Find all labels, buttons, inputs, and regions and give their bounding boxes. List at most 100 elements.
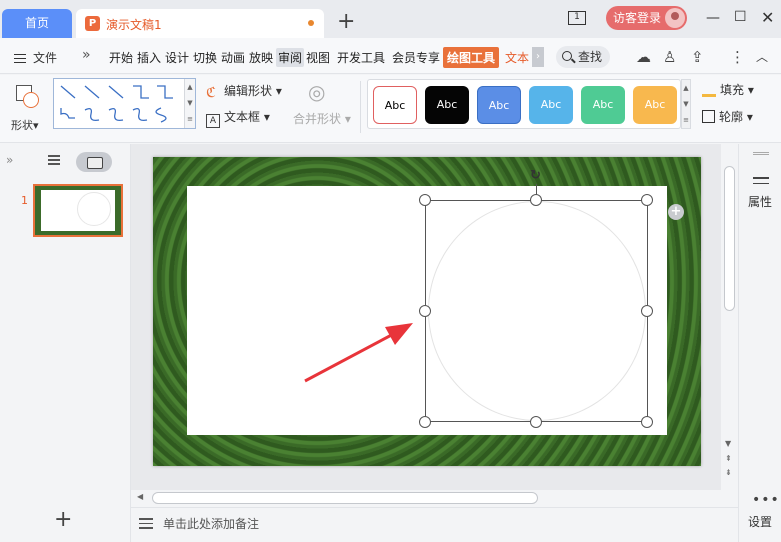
- style-sample-3[interactable]: Abc: [477, 86, 521, 124]
- notes-area[interactable]: 单击此处添加备注: [131, 507, 738, 542]
- page-down-icon[interactable]: ⇟: [725, 468, 732, 477]
- menu-animation[interactable]: 动画: [221, 49, 245, 66]
- resize-handle-bottom-right[interactable]: [641, 416, 653, 428]
- edit-shape-icon: ℭ: [206, 85, 216, 101]
- line-shapes-icon: [60, 85, 173, 123]
- ribbon-toolbar: 形状▾ ▲▼≡ ℭ编辑形状 ▾ A文本框 ▾ ◎ 合并形状 ▾ Abc: [0, 75, 781, 143]
- properties-button[interactable]: 属性: [748, 193, 772, 210]
- menu-review[interactable]: 审阅: [276, 48, 305, 67]
- shape-style-gallery: Abc Abc Abc Abc Abc Abc: [367, 79, 681, 129]
- line-shape-gallery[interactable]: ▲ ▼ ≡: [53, 78, 196, 129]
- tab-document[interactable]: P 演示文稿1: [76, 9, 324, 38]
- gallery-scroll[interactable]: ▲ ▼ ≡: [184, 79, 195, 128]
- notes-icon: [139, 518, 153, 529]
- style-gallery-scroll[interactable]: ▲ ▼ ≡: [681, 79, 691, 129]
- title-bar: 首页 P 演示文稿1 + 1 访客登录 — ☐ ✕: [0, 0, 781, 38]
- merge-shape-icon: ◎: [308, 80, 326, 104]
- menu-drawing-tools[interactable]: 绘图工具: [443, 47, 500, 68]
- menu-transition[interactable]: 切换: [193, 49, 217, 66]
- menu-start[interactable]: 开始: [109, 49, 133, 66]
- merge-shape-button[interactable]: 合并形状 ▾: [293, 110, 351, 127]
- scroll-left-icon[interactable]: ◀: [137, 492, 143, 501]
- style-sample-4[interactable]: Abc: [529, 86, 573, 124]
- collaborate-icon[interactable]: ♙: [663, 48, 676, 66]
- login-label: 访客登录: [613, 11, 662, 25]
- resize-handle-right[interactable]: [641, 305, 653, 317]
- scroll-down-icon[interactable]: ▼: [725, 439, 731, 448]
- circle-shape-outline: [428, 201, 646, 421]
- slide-number: 1: [21, 194, 28, 207]
- presentation-icon: P: [85, 16, 100, 31]
- vertical-scroll-thumb[interactable]: [724, 166, 735, 311]
- expand-chevron-icon[interactable]: »: [82, 47, 91, 63]
- menu-scroll-right-icon[interactable]: ›: [532, 47, 544, 67]
- panel-grip-icon: [753, 152, 769, 155]
- slide[interactable]: ↻ +: [153, 157, 701, 466]
- resize-handle-top[interactable]: [530, 194, 542, 206]
- menu-design[interactable]: 设计: [165, 49, 189, 66]
- menu-text[interactable]: 文本: [505, 49, 529, 66]
- textbox-icon: A: [206, 114, 220, 128]
- right-side-panel: 属性 ••• 设置: [738, 144, 781, 542]
- menu-member[interactable]: 会员专享: [392, 49, 440, 66]
- style-sample-1[interactable]: Abc: [373, 86, 417, 124]
- add-slide-button[interactable]: +: [54, 507, 72, 532]
- menu-insert[interactable]: 插入: [137, 49, 161, 66]
- menu-icon: [14, 54, 26, 63]
- menu-view[interactable]: 视图: [306, 49, 330, 66]
- circle-icon: [23, 92, 39, 108]
- resize-handle-top-right[interactable]: [641, 194, 653, 206]
- outline-view-icon[interactable]: [48, 155, 60, 165]
- slide-canvas: ↻ +: [131, 144, 738, 490]
- rotate-handle-icon[interactable]: ↻: [530, 168, 541, 183]
- menu-slideshow[interactable]: 放映: [249, 49, 273, 66]
- outline-button[interactable]: 轮廓 ▾: [702, 108, 753, 125]
- horizontal-scrollbar[interactable]: ◀: [131, 490, 738, 507]
- thumbnail-circle: [77, 192, 111, 226]
- document-title: 演示文稿1: [106, 18, 162, 32]
- notes-placeholder: 单击此处添加备注: [163, 517, 260, 531]
- more-icon[interactable]: ⋮: [730, 48, 745, 66]
- cloud-icon[interactable]: ☁: [636, 48, 651, 66]
- style-sample-6[interactable]: Abc: [633, 86, 677, 124]
- expand-panel-icon[interactable]: »: [6, 153, 13, 167]
- menu-developer[interactable]: 开发工具: [337, 49, 385, 66]
- file-label: 文件: [33, 51, 58, 65]
- resize-handle-top-left[interactable]: [419, 194, 431, 206]
- share-icon[interactable]: ⇪: [691, 48, 704, 66]
- search-button[interactable]: 查找: [556, 46, 610, 68]
- close-icon[interactable]: ✕: [761, 8, 774, 27]
- page-up-icon[interactable]: ⇞: [725, 454, 732, 463]
- fill-button[interactable]: 填充 ▾: [702, 81, 754, 98]
- vertical-scrollbar[interactable]: ▼ ⇞ ⇟: [721, 144, 738, 490]
- more-dots-icon[interactable]: •••: [752, 492, 780, 508]
- settings-button[interactable]: 设置: [748, 513, 772, 530]
- outline-icon: [702, 110, 715, 123]
- file-menu[interactable]: 文件: [14, 49, 57, 66]
- shape-button[interactable]: 形状▾: [11, 83, 45, 133]
- properties-icon[interactable]: [753, 177, 769, 189]
- tab-home[interactable]: 首页: [2, 9, 72, 38]
- selected-circle-shape[interactable]: [425, 200, 648, 422]
- guest-login-button[interactable]: 访客登录: [606, 6, 687, 30]
- new-tab-button[interactable]: +: [337, 8, 355, 36]
- ribbon-divider: [360, 81, 361, 133]
- style-sample-5[interactable]: Abc: [581, 86, 625, 124]
- minimize-icon[interactable]: —: [706, 10, 720, 26]
- search-icon: [562, 51, 572, 61]
- red-arrow-annotation: [304, 323, 413, 383]
- shape-label: 形状▾: [11, 119, 39, 132]
- resize-handle-bottom-left[interactable]: [419, 416, 431, 428]
- edit-shape-button[interactable]: ℭ 编辑形状 ▾: [206, 82, 282, 101]
- quick-add-icon[interactable]: +: [668, 204, 684, 220]
- resize-handle-bottom[interactable]: [530, 416, 542, 428]
- textbox-button[interactable]: A 文本框 ▾: [206, 108, 270, 128]
- horizontal-scroll-thumb[interactable]: [152, 492, 538, 504]
- slide-thumbnail[interactable]: [33, 184, 123, 237]
- maximize-icon[interactable]: ☐: [734, 9, 747, 25]
- search-label: 查找: [578, 50, 603, 64]
- window-count-icon[interactable]: 1: [568, 11, 586, 25]
- style-sample-2[interactable]: Abc: [425, 86, 469, 124]
- collapse-icon[interactable]: ︿: [756, 48, 768, 65]
- thumbnail-view-toggle[interactable]: [76, 152, 112, 172]
